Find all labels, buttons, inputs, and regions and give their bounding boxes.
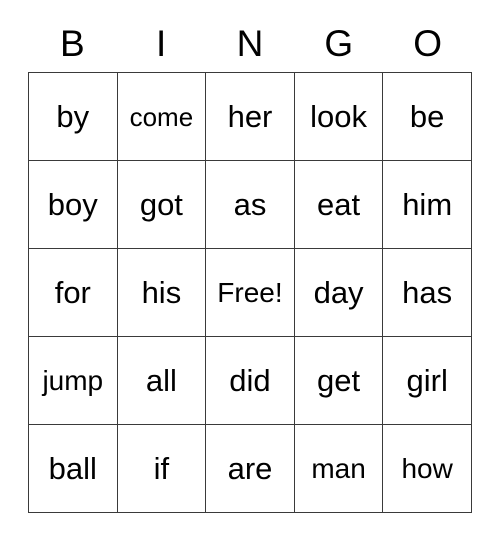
bingo-header-letter-i: I	[156, 22, 167, 64]
bingo-cell-label: look	[310, 99, 368, 134]
bingo-cell-label: how	[401, 452, 453, 484]
bingo-cell-label: day	[313, 275, 364, 310]
bingo-cell-b2[interactable]: boy	[29, 161, 118, 249]
bingo-cell-n4[interactable]: did	[206, 337, 295, 425]
bingo-cell-b5[interactable]: ball	[29, 425, 118, 513]
bingo-cell-label: by	[56, 99, 90, 134]
bingo-header-letter-g: G	[324, 22, 354, 64]
bingo-cell-n5[interactable]: are	[206, 425, 295, 513]
bingo-header-letter-b: B	[60, 22, 85, 64]
bingo-cell-label: man	[311, 452, 366, 484]
bingo-cell-g4[interactable]: get	[294, 337, 384, 425]
bingo-cell-label: be	[409, 99, 445, 134]
bingo-cell-o3[interactable]: has	[383, 249, 472, 337]
bingo-cell-label: his	[141, 275, 182, 310]
bingo-cell-label: did	[229, 363, 271, 398]
bingo-cell-g3[interactable]: day	[294, 249, 384, 337]
bingo-cell-g1[interactable]: look	[294, 73, 384, 161]
bingo-cell-i5[interactable]: if	[117, 425, 207, 513]
bingo-cell-b4[interactable]: jump	[29, 337, 118, 425]
bingo-header-letter-o: O	[413, 22, 442, 64]
bingo-row: ball if are man how	[29, 425, 472, 513]
bingo-cell-i3[interactable]: his	[117, 249, 207, 337]
bingo-cell-o4[interactable]: girl	[383, 337, 472, 425]
bingo-header-row: B I N G O	[28, 14, 472, 72]
bingo-cell-n2[interactable]: as	[206, 161, 295, 249]
bingo-cell-label: ball	[48, 451, 97, 486]
bingo-cell-label: are	[227, 451, 273, 486]
bingo-cell-o2[interactable]: him	[383, 161, 472, 249]
bingo-cell-label: for	[54, 275, 91, 310]
bingo-cell-b3[interactable]: for	[29, 249, 118, 337]
bingo-row: by come her look be	[29, 73, 472, 161]
bingo-grid: by come her look be boy got as eat him f…	[28, 72, 472, 513]
bingo-row: for his Free! day has	[29, 249, 472, 337]
bingo-cell-o1[interactable]: be	[383, 73, 472, 161]
bingo-free-space-label: Free!	[217, 276, 283, 308]
bingo-cell-label: if	[153, 451, 170, 486]
bingo-cell-label: girl	[406, 363, 448, 398]
bingo-cell-b1[interactable]: by	[29, 73, 118, 161]
bingo-cell-label: boy	[47, 187, 98, 222]
bingo-cell-i1[interactable]: come	[117, 73, 207, 161]
bingo-cell-label: all	[145, 363, 177, 398]
bingo-cell-label: eat	[317, 187, 361, 222]
bingo-cell-label: jump	[42, 364, 104, 396]
bingo-cell-label: as	[233, 187, 267, 222]
bingo-cell-i2[interactable]: got	[117, 161, 207, 249]
bingo-header-letter-n: N	[236, 22, 264, 64]
bingo-cell-label: get	[317, 363, 361, 398]
bingo-row: boy got as eat him	[29, 161, 472, 249]
bingo-cell-label: come	[129, 101, 194, 132]
bingo-cell-i4[interactable]: all	[117, 337, 207, 425]
bingo-card: B I N G O by come her look be boy got as…	[28, 14, 472, 513]
bingo-cell-label: her	[227, 99, 273, 134]
bingo-cell-free-space[interactable]: Free!	[206, 249, 295, 337]
bingo-cell-g5[interactable]: man	[294, 425, 384, 513]
bingo-cell-n1[interactable]: her	[206, 73, 295, 161]
bingo-cell-g2[interactable]: eat	[294, 161, 384, 249]
bingo-cell-label: got	[139, 187, 183, 222]
bingo-cell-label: has	[402, 275, 453, 310]
bingo-cell-label: him	[402, 187, 453, 222]
bingo-row: jump all did get girl	[29, 337, 472, 425]
bingo-cell-o5[interactable]: how	[383, 425, 472, 513]
